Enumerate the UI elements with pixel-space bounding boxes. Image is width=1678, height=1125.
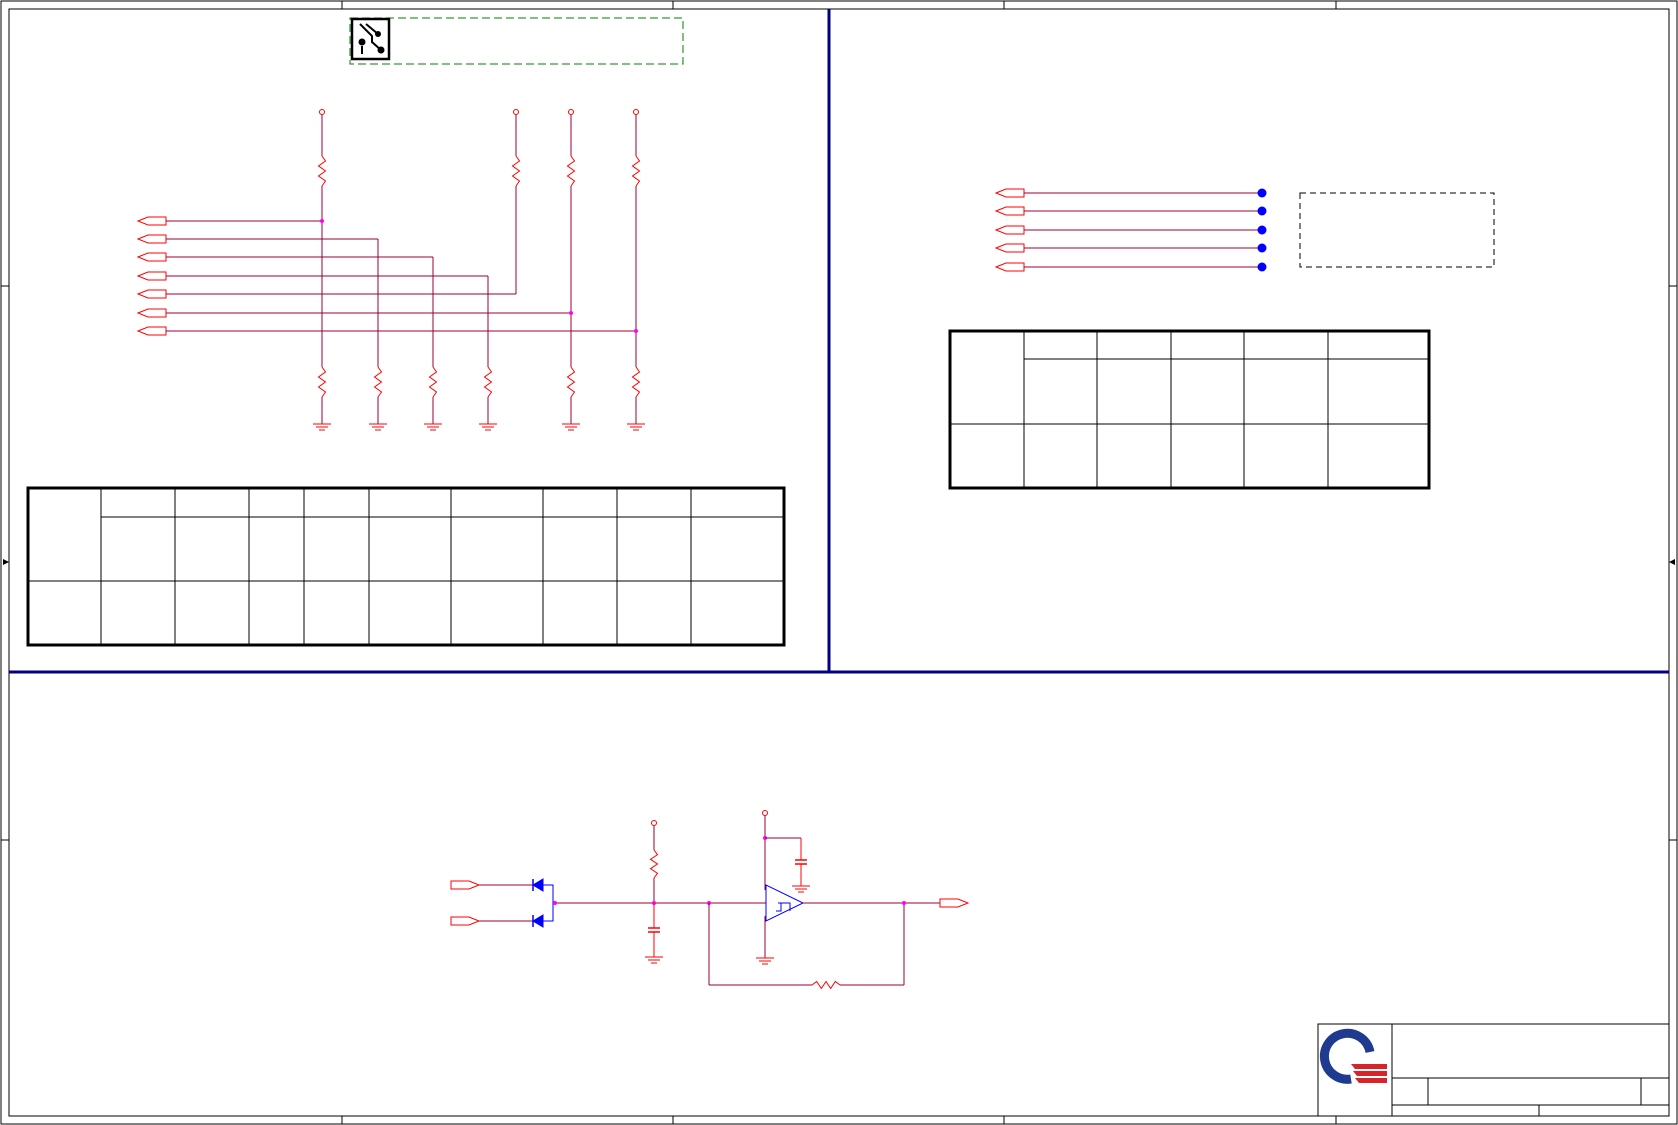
input-port-icon [136, 308, 167, 318]
input-port-icon [994, 206, 1025, 216]
resistor-symbol [566, 155, 576, 187]
config-tables [26, 329, 1431, 647]
diode-body [532, 914, 544, 928]
input-port-icon [994, 243, 1025, 253]
capacitor-symbol [795, 838, 807, 886]
inner-border [8, 8, 1670, 1117]
diode-or-wire [543, 884, 554, 922]
power-rail-symbol [651, 820, 657, 826]
power-rail-symbol [762, 810, 768, 816]
junction-dot [902, 901, 906, 905]
input-port-icon [136, 234, 167, 244]
test-point-block [994, 188, 1495, 272]
input-port-icon [994, 225, 1025, 235]
junction-dot [320, 219, 324, 223]
input-port-icon [994, 188, 1025, 198]
strap-resistor-network [136, 109, 645, 431]
capacitor-symbol [648, 903, 660, 957]
logo-stripe [1351, 1064, 1387, 1069]
comparator-icon [765, 884, 805, 922]
input-port-icon [136, 216, 167, 226]
resistor-symbol [566, 366, 576, 398]
junction-dot [634, 329, 638, 333]
schematic-canvas [0, 0, 1678, 1125]
power-rail-symbol [513, 109, 519, 115]
outer-border [0, 0, 1678, 1125]
resistor-symbol [511, 155, 521, 187]
input-port-icon [994, 262, 1025, 272]
logo-stripe [1353, 1071, 1387, 1076]
resistor-symbol [317, 155, 327, 187]
test-point-icon [1257, 188, 1267, 198]
input-port-icon [136, 289, 167, 299]
circuit-pad [358, 38, 366, 46]
logo-stripe [1355, 1078, 1387, 1083]
circuit-pad [375, 31, 381, 37]
title-block [1317, 1023, 1670, 1117]
input-port-icon [136, 326, 167, 336]
sheet-dividers [9, 9, 1669, 674]
resistor-symbol [631, 155, 641, 187]
ground-icon [479, 423, 497, 431]
resistor-symbol [649, 849, 659, 879]
zone-arrow [1669, 559, 1675, 565]
test-point-icon [1257, 225, 1267, 235]
ground-icon [645, 956, 663, 964]
resistor-symbol [373, 366, 383, 398]
ground-icon [627, 423, 645, 431]
ground-icon [756, 957, 774, 965]
company-logo-icon [1319, 1028, 1387, 1084]
schematic-sheet [0, 0, 1678, 1125]
left-config-table [26, 486, 786, 647]
test-point-icon [1257, 206, 1267, 216]
diode-symbol [532, 914, 544, 928]
resistor-symbol [428, 366, 438, 398]
circuit-pad [377, 46, 385, 54]
circuit-board-icon-frame [350, 17, 391, 61]
output-port-icon [939, 898, 970, 908]
zone-arrow [3, 559, 9, 565]
test-point-icon [1257, 243, 1267, 253]
diode-symbol [532, 878, 544, 892]
ground-icon [313, 423, 331, 431]
output-port-icon [450, 880, 481, 890]
title-block-border [1317, 1023, 1670, 1117]
table-border [26, 486, 786, 647]
sheet-frame [0, 0, 1678, 1125]
ground-icon [792, 885, 810, 893]
junction-dot [569, 311, 573, 315]
right-config-table [948, 329, 1431, 490]
resistor-symbol [811, 980, 841, 990]
resistor-symbol [483, 366, 493, 398]
output-port-icon [450, 916, 481, 926]
note-box [1299, 192, 1495, 268]
junction-dot [553, 901, 557, 905]
diode-body [532, 878, 544, 892]
table-border [948, 329, 1431, 490]
bookmark-frame [349, 17, 684, 65]
power-rail-symbol [568, 109, 574, 115]
circuit-board-icon [349, 17, 684, 65]
power-rail-symbol [633, 109, 639, 115]
comparator-circuit [450, 810, 970, 990]
ground-icon [424, 423, 442, 431]
test-point-icon [1257, 262, 1267, 272]
ground-icon [369, 423, 387, 431]
power-rail-symbol [319, 109, 325, 115]
ground-icon [562, 423, 580, 431]
input-port-icon [136, 271, 167, 281]
resistor-symbol [631, 366, 641, 398]
resistor-symbol [317, 366, 327, 398]
input-port-icon [136, 252, 167, 262]
